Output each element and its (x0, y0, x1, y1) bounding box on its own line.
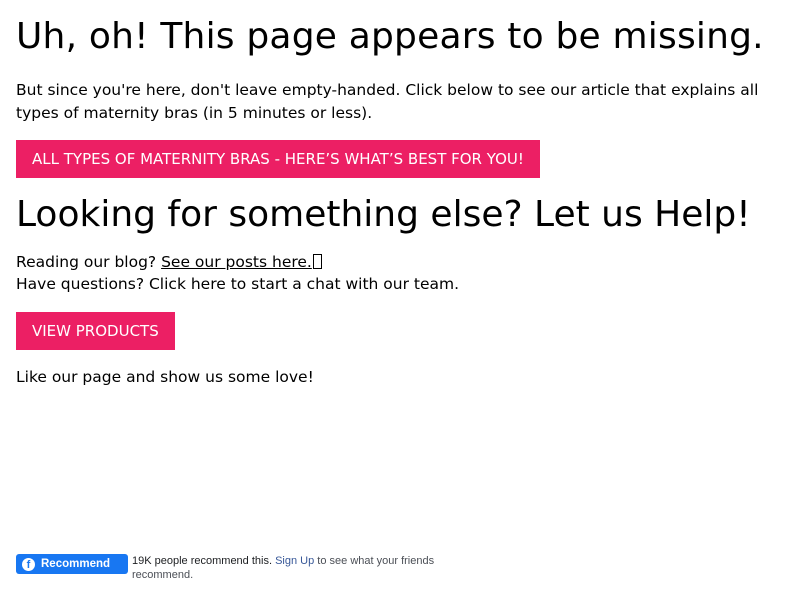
intro-text: But since you're here, don't leave empty… (16, 81, 759, 122)
help-heading: Looking for something else? Let us Help! (16, 194, 751, 235)
page-title: Uh, oh! This page appears to be missing. (16, 16, 764, 57)
facebook-icon: f (22, 557, 35, 571)
external-link-icon (312, 254, 322, 269)
facebook-recommend-button[interactable]: f Recommend (16, 554, 128, 574)
help-section: Reading our blog? See our posts here. Ha… (16, 251, 784, 295)
questions-line[interactable]: Have questions? Click here to start a ch… (16, 273, 784, 295)
blog-posts-link-text: See our posts here. (161, 253, 312, 271)
article-button[interactable]: ALL TYPES OF MATERNITY BRAS - HERE’S WHA… (16, 140, 540, 178)
blog-line-prefix: Reading our blog? (16, 253, 162, 271)
love-text: Like our page and show us some love! (16, 368, 314, 386)
facebook-signup-link[interactable]: Sign Up (275, 555, 314, 567)
blog-line: Reading our blog? See our posts here. (16, 251, 784, 273)
facebook-recommend-label: Recommend (41, 558, 111, 570)
facebook-recommend-text: 19K people recommend this. Sign Up to se… (132, 554, 456, 582)
recommend-count: 19K people recommend this. (132, 555, 273, 567)
blog-posts-link[interactable]: See our posts here. (161, 253, 322, 271)
page: Uh, oh! This page appears to be missing.… (0, 0, 800, 600)
view-products-button[interactable]: VIEW PRODUCTS (16, 312, 175, 350)
facebook-recommend-widget: f Recommend 19K people recommend this. S… (16, 554, 456, 582)
